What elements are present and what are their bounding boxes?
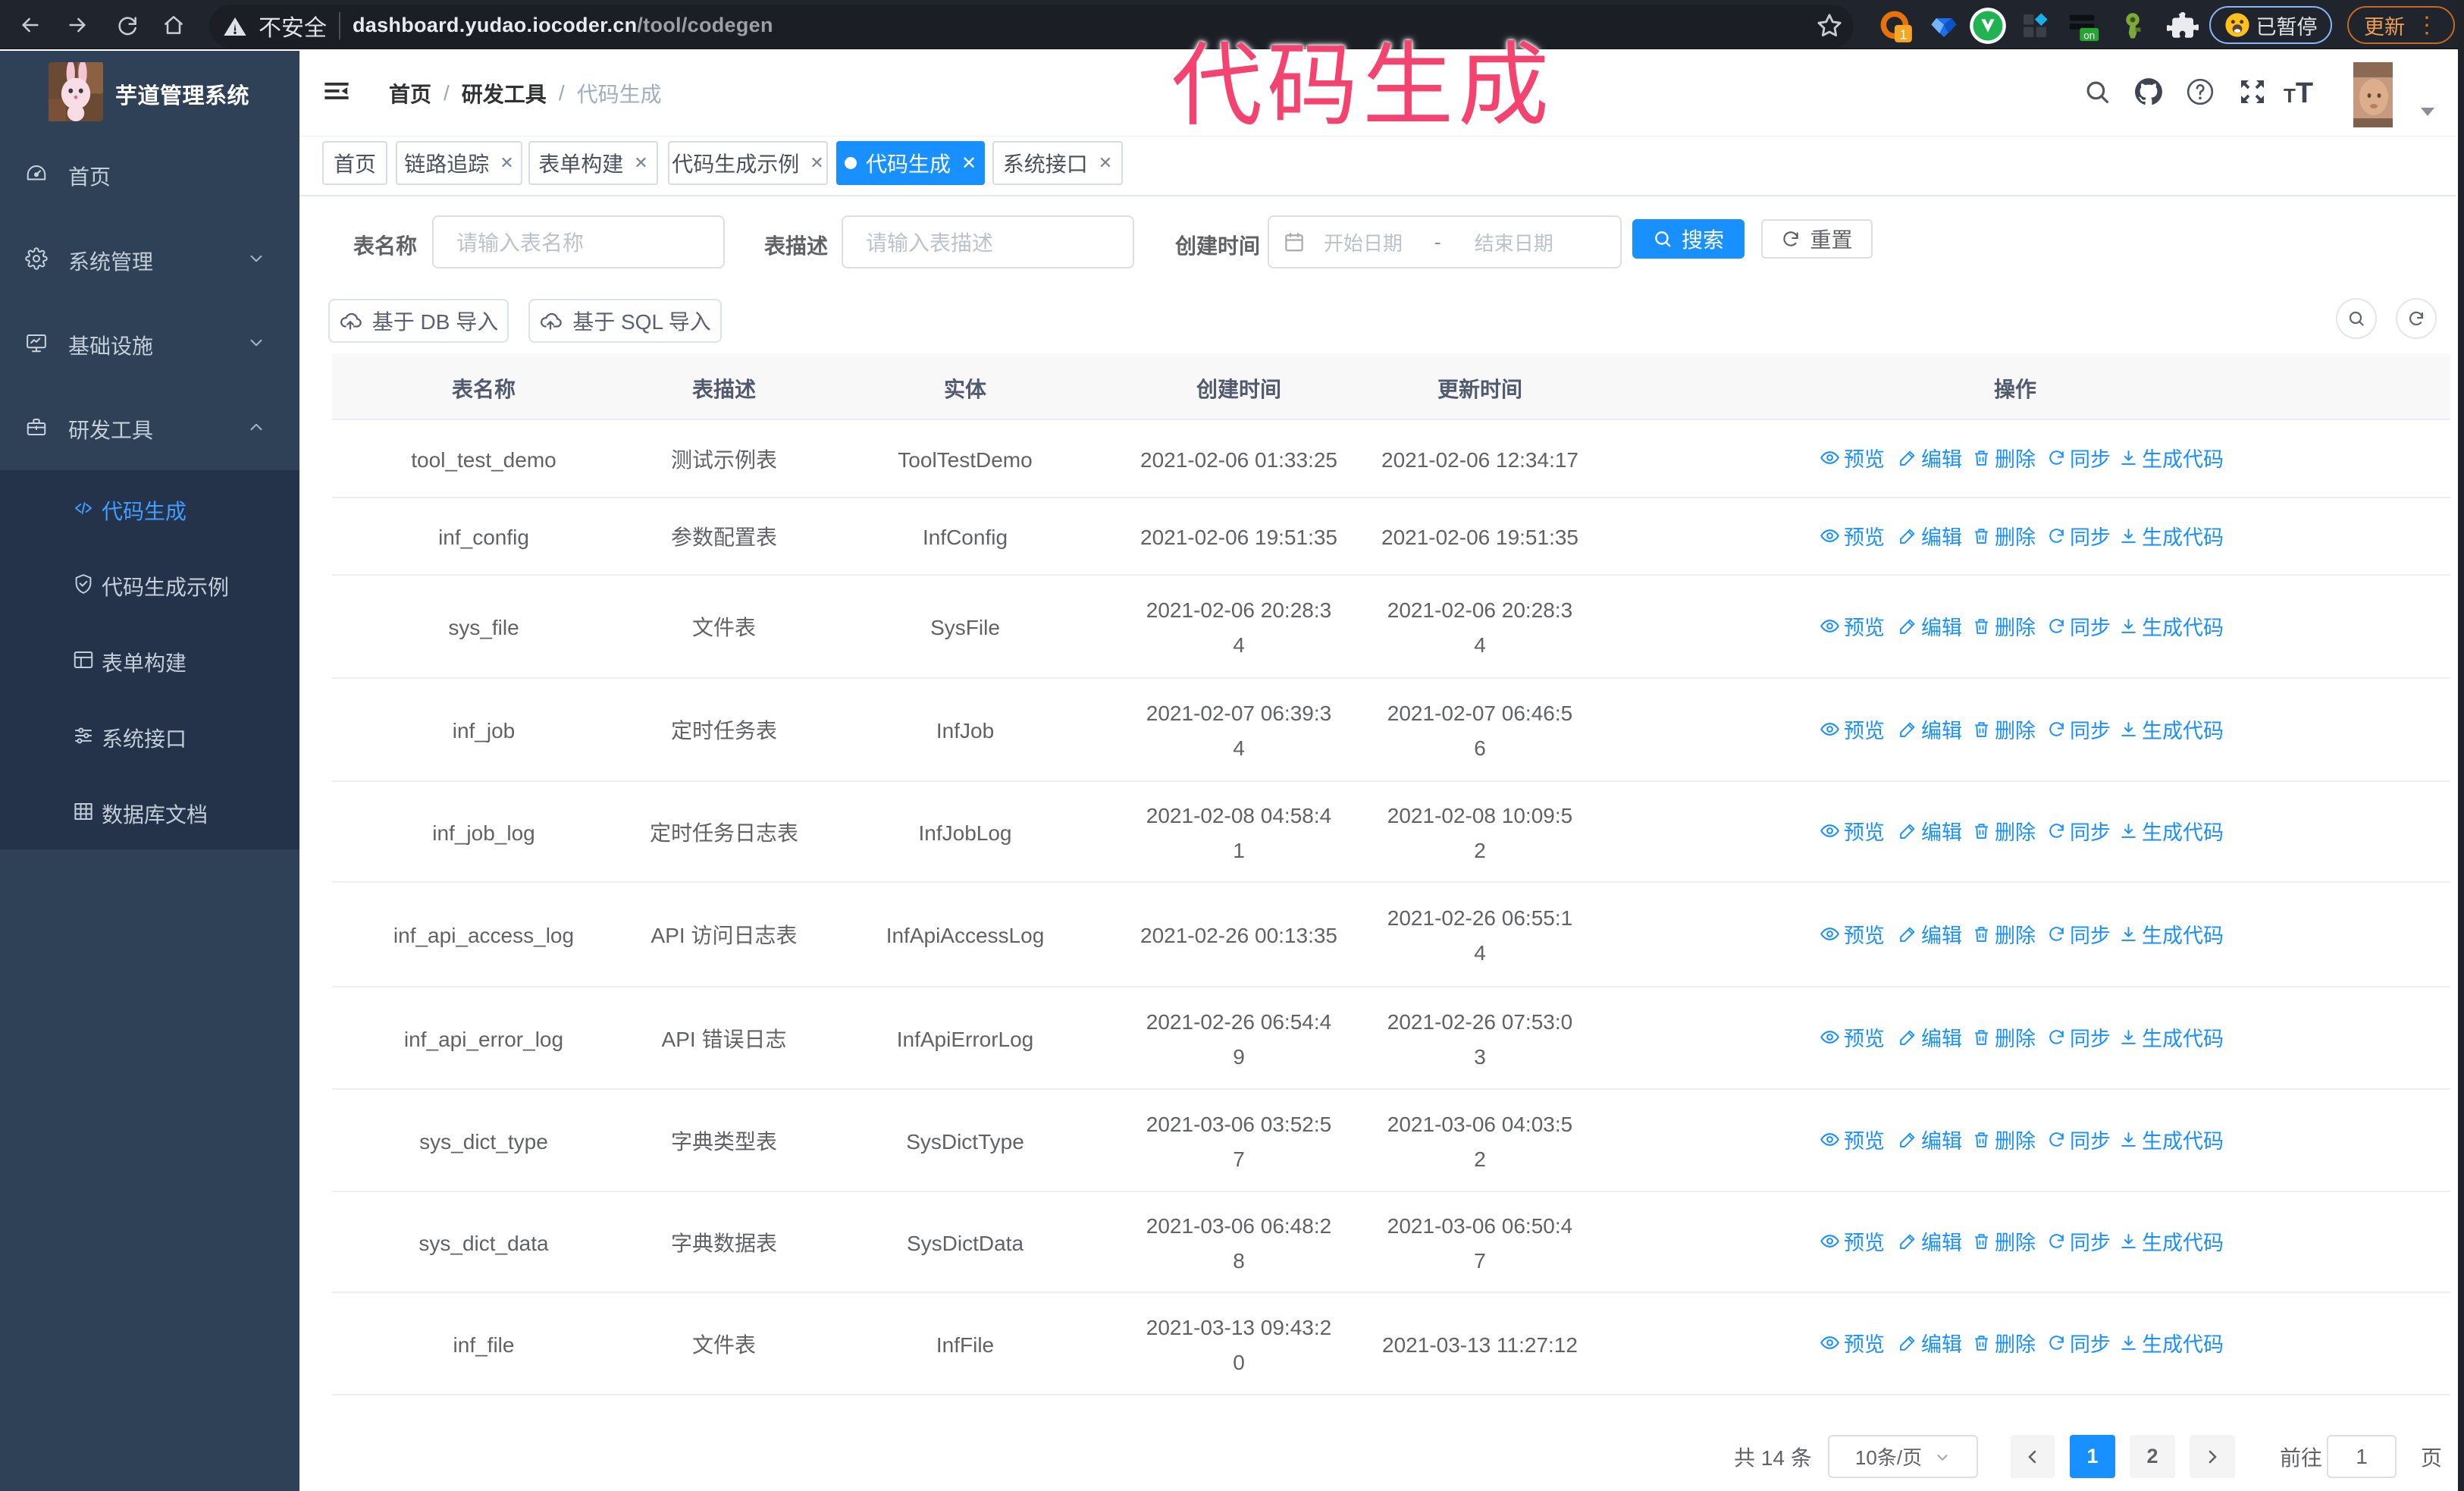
svg-text:on: on [2083,30,2095,41]
svg-text:1: 1 [1899,27,1907,42]
